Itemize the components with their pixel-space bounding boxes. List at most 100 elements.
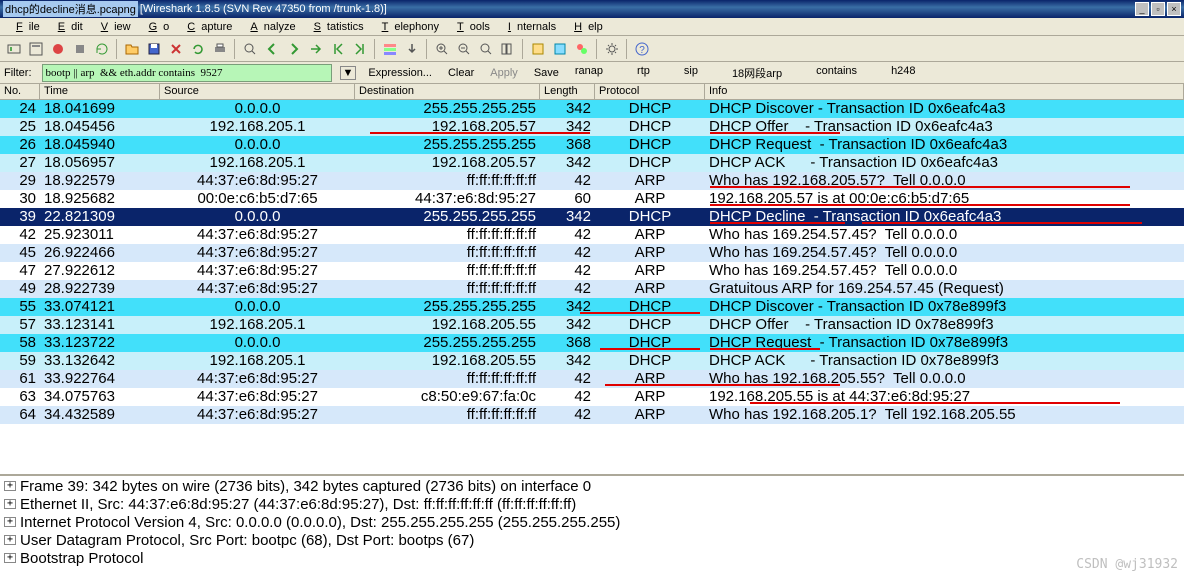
toolbar-separator — [234, 39, 236, 59]
packet-row[interactable]: 4225.92301144:37:e6:8d:95:27ff:ff:ff:ff:… — [0, 226, 1184, 244]
open-button[interactable] — [122, 39, 142, 59]
zoom-100-button[interactable] — [476, 39, 496, 59]
filter-input[interactable] — [42, 64, 332, 82]
filter-plugin-sip[interactable]: sip — [680, 65, 702, 81]
go-forward-button[interactable] — [284, 39, 304, 59]
col-length[interactable]: Length — [540, 84, 595, 99]
colorize-button[interactable] — [380, 39, 400, 59]
close-file-button[interactable] — [166, 39, 186, 59]
toolbar-separator — [426, 39, 428, 59]
col-no[interactable]: No. — [0, 84, 40, 99]
go-first-button[interactable] — [328, 39, 348, 59]
expand-icon[interactable]: + — [4, 553, 16, 563]
save-filter-button[interactable]: Save — [530, 67, 563, 79]
packet-row[interactable]: 3922.8213090.0.0.0255.255.255.255342DHCP… — [0, 208, 1184, 226]
filter-plugin-h248[interactable]: h248 — [887, 65, 919, 81]
expand-icon[interactable]: + — [4, 535, 16, 545]
menu-telephony[interactable]: Telephony — [370, 19, 445, 35]
packet-row[interactable]: 5933.132642192.168.205.1192.168.205.5534… — [0, 352, 1184, 370]
col-source[interactable]: Source — [160, 84, 355, 99]
detail-row[interactable]: +User Datagram Protocol, Src Port: bootp… — [4, 532, 1180, 550]
find-button[interactable] — [240, 39, 260, 59]
save-button[interactable] — [144, 39, 164, 59]
toolbar-separator — [596, 39, 598, 59]
packet-row[interactable]: 6434.43258944:37:e6:8d:95:27ff:ff:ff:ff:… — [0, 406, 1184, 424]
expand-icon[interactable]: + — [4, 481, 16, 491]
resize-columns-button[interactable] — [498, 39, 518, 59]
detail-row[interactable]: +Frame 39: 342 bytes on wire (2736 bits)… — [4, 478, 1180, 496]
start-capture-button[interactable] — [48, 39, 68, 59]
detail-row[interactable]: +Internet Protocol Version 4, Src: 0.0.0… — [4, 514, 1180, 532]
packet-row[interactable]: 4526.92246644:37:e6:8d:95:27ff:ff:ff:ff:… — [0, 244, 1184, 262]
menu-view[interactable]: View — [89, 19, 137, 35]
app-title: [Wireshark 1.8.5 (SVN Rev 47350 from /tr… — [140, 3, 387, 15]
packet-row[interactable]: 2718.056957192.168.205.1192.168.205.5734… — [0, 154, 1184, 172]
main-toolbar: ? — [0, 36, 1184, 62]
svg-text:?: ? — [639, 45, 645, 56]
packet-row[interactable]: 6133.92276444:37:e6:8d:95:27ff:ff:ff:ff:… — [0, 370, 1184, 388]
packet-row[interactable]: 4727.92261244:37:e6:8d:95:27ff:ff:ff:ff:… — [0, 262, 1184, 280]
menu-go[interactable]: Go — [137, 19, 176, 35]
coloring-rules-button[interactable] — [572, 39, 592, 59]
reload-button[interactable] — [188, 39, 208, 59]
filter-plugin-ranap[interactable]: ranap — [571, 65, 607, 81]
help-button[interactable]: ? — [632, 39, 652, 59]
packet-row[interactable]: 5833.1237220.0.0.0255.255.255.255368DHCP… — [0, 334, 1184, 352]
packet-list: No. Time Source Destination Length Proto… — [0, 84, 1184, 474]
col-time[interactable]: Time — [40, 84, 160, 99]
options-button[interactable] — [26, 39, 46, 59]
menu-analyze[interactable]: Analyze — [238, 19, 301, 35]
toolbar-separator — [374, 39, 376, 59]
display-filters-button[interactable] — [550, 39, 570, 59]
menu-statistics[interactable]: Statistics — [302, 19, 370, 35]
menu-edit[interactable]: Edit — [46, 19, 89, 35]
col-info[interactable]: Info — [705, 84, 1184, 99]
menu-capture[interactable]: Capture — [175, 19, 238, 35]
zoom-out-button[interactable] — [454, 39, 474, 59]
maximize-button[interactable]: ▫ — [1151, 2, 1165, 16]
toolbar-separator — [522, 39, 524, 59]
expand-icon[interactable]: + — [4, 499, 16, 509]
close-button[interactable]: × — [1167, 2, 1181, 16]
filter-plugin-18网段arp[interactable]: 18网段arp — [728, 65, 786, 81]
packet-row[interactable]: 2518.045456192.168.205.1192.168.205.5734… — [0, 118, 1184, 136]
go-to-button[interactable] — [306, 39, 326, 59]
menu-file[interactable]: File — [4, 19, 46, 35]
packet-row[interactable]: 2418.0416990.0.0.0255.255.255.255342DHCP… — [0, 100, 1184, 118]
document-title: dhcp的decline消息.pcapng — [3, 1, 138, 17]
capture-filters-button[interactable] — [528, 39, 548, 59]
print-button[interactable] — [210, 39, 230, 59]
menu-tools[interactable]: Tools — [445, 19, 496, 35]
col-destination[interactable]: Destination — [355, 84, 540, 99]
expression-button[interactable]: Expression... — [364, 67, 436, 79]
packet-row[interactable]: 3018.92568200:0e:c6:b5:d7:6544:37:e6:8d:… — [0, 190, 1184, 208]
go-last-button[interactable] — [350, 39, 370, 59]
interfaces-button[interactable] — [4, 39, 24, 59]
apply-button[interactable]: Apply — [486, 67, 522, 79]
column-headers: No. Time Source Destination Length Proto… — [0, 84, 1184, 100]
preferences-button[interactable] — [602, 39, 622, 59]
restart-capture-button[interactable] — [92, 39, 112, 59]
packet-row[interactable]: 2618.0459400.0.0.0255.255.255.255368DHCP… — [0, 136, 1184, 154]
packet-row[interactable]: 2918.92257944:37:e6:8d:95:27ff:ff:ff:ff:… — [0, 172, 1184, 190]
clear-button[interactable]: Clear — [444, 67, 478, 79]
auto-scroll-button[interactable] — [402, 39, 422, 59]
detail-row[interactable]: +Bootstrap Protocol — [4, 550, 1180, 568]
menu-internals[interactable]: Internals — [496, 19, 562, 35]
packet-row[interactable]: 5733.123141192.168.205.1192.168.205.5534… — [0, 316, 1184, 334]
go-back-button[interactable] — [262, 39, 282, 59]
expand-icon[interactable]: + — [4, 517, 16, 527]
menu-help[interactable]: Help — [562, 19, 609, 35]
packet-row[interactable]: 4928.92273944:37:e6:8d:95:27ff:ff:ff:ff:… — [0, 280, 1184, 298]
filter-plugin-rtp[interactable]: rtp — [633, 65, 654, 81]
detail-row[interactable]: +Ethernet II, Src: 44:37:e6:8d:95:27 (44… — [4, 496, 1180, 514]
packet-row[interactable]: 5533.0741210.0.0.0255.255.255.255342DHCP… — [0, 298, 1184, 316]
title-bar: dhcp的decline消息.pcapng [Wireshark 1.8.5 (… — [0, 0, 1184, 18]
stop-capture-button[interactable] — [70, 39, 90, 59]
minimize-button[interactable]: _ — [1135, 2, 1149, 16]
filter-dropdown[interactable]: ▼ — [340, 66, 357, 80]
packet-row[interactable]: 6334.07576344:37:e6:8d:95:27c8:50:e9:67:… — [0, 388, 1184, 406]
zoom-in-button[interactable] — [432, 39, 452, 59]
col-protocol[interactable]: Protocol — [595, 84, 705, 99]
filter-plugin-contains[interactable]: contains — [812, 65, 861, 81]
